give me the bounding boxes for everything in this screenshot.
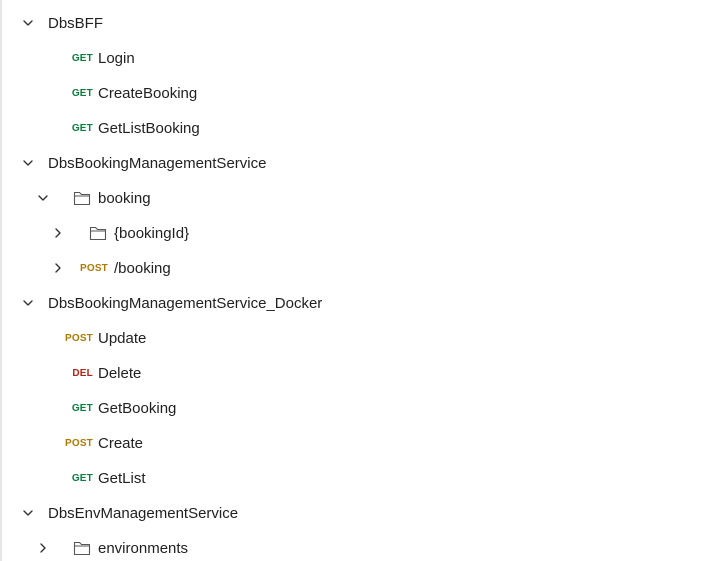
request-item[interactable]: GET Login <box>0 41 728 76</box>
collection-name: DbsBFF <box>48 15 104 32</box>
chevron-down-icon[interactable] <box>22 297 34 309</box>
collection-name: DbsBookingManagementService <box>48 155 267 172</box>
chevron-down-icon[interactable] <box>22 157 34 169</box>
collection-name: DbsEnvManagementService <box>48 505 239 522</box>
method-badge: DEL <box>72 368 93 379</box>
folder-icon <box>89 225 107 241</box>
method-badge: POST <box>64 438 93 449</box>
request-name: /booking <box>114 260 171 277</box>
chevron-right-icon[interactable] <box>52 227 64 239</box>
collection-dbsenvmanagementservice[interactable]: DbsEnvManagementService <box>0 496 728 531</box>
request-item[interactable]: GET GetListBooking <box>0 111 728 146</box>
request-post-booking[interactable]: POST /booking <box>0 251 728 286</box>
collection-dbsbookingmanagementservice[interactable]: DbsBookingManagementService <box>0 146 728 181</box>
method-badge: GET <box>71 123 93 134</box>
folder-environments[interactable]: environments <box>0 531 728 561</box>
folder-icon <box>73 540 91 556</box>
request-name: Delete <box>98 365 142 382</box>
request-item[interactable]: GET CreateBooking <box>0 76 728 111</box>
folder-bookingid[interactable]: {bookingId} <box>0 216 728 251</box>
request-item[interactable]: GET GetList <box>0 461 728 496</box>
chevron-right-icon[interactable] <box>52 262 64 274</box>
request-item[interactable]: POST Update <box>0 321 728 356</box>
request-name: Login <box>98 50 135 67</box>
method-badge: GET <box>71 88 93 99</box>
collection-dbsbookingmanagementservice-docker[interactable]: DbsBookingManagementService_Docker <box>0 286 728 321</box>
folder-name: booking <box>98 190 151 207</box>
request-name: Update <box>98 330 147 347</box>
method-badge: POST <box>64 333 93 344</box>
chevron-right-icon[interactable] <box>37 542 49 554</box>
request-name: CreateBooking <box>98 85 198 102</box>
method-badge: POST <box>79 263 108 274</box>
request-item[interactable]: GET GetBooking <box>0 391 728 426</box>
request-item[interactable]: POST Create <box>0 426 728 461</box>
chevron-down-icon[interactable] <box>22 507 34 519</box>
request-item[interactable]: DEL Delete <box>0 356 728 391</box>
method-badge: GET <box>71 53 93 64</box>
method-badge: GET <box>71 473 93 484</box>
request-name: GetBooking <box>98 400 177 417</box>
request-name: GetListBooking <box>98 120 200 137</box>
chevron-down-icon[interactable] <box>22 17 34 29</box>
folder-name: environments <box>98 540 189 557</box>
chevron-down-icon[interactable] <box>37 192 49 204</box>
folder-name: {bookingId} <box>114 225 190 242</box>
request-name: GetList <box>98 470 146 487</box>
method-badge: GET <box>71 403 93 414</box>
collection-dbsbff[interactable]: DbsBFF <box>0 6 728 41</box>
collection-name: DbsBookingManagementService_Docker <box>48 295 323 312</box>
request-name: Create <box>98 435 144 452</box>
folder-icon <box>73 190 91 206</box>
folder-booking[interactable]: booking <box>0 181 728 216</box>
